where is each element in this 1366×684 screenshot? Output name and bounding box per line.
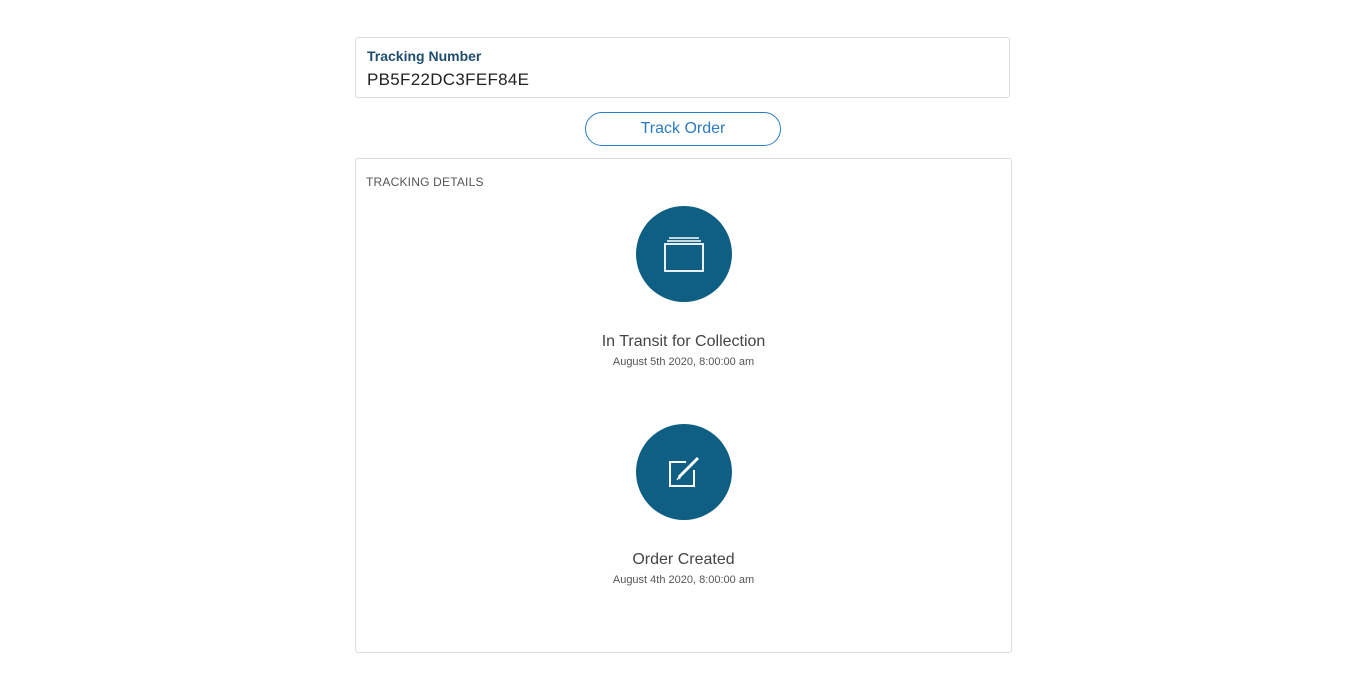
edit-icon-svg [668, 456, 699, 487]
tracking-number-field[interactable]: Tracking Number [355, 37, 1010, 98]
edit-icon [635, 424, 732, 520]
package-box-icon-svg [663, 237, 704, 272]
tracking-page: Tracking Number Track Order TRACKING DET… [0, 0, 1366, 684]
tracking-details-panel: TRACKING DETAILS In Transit for Collecti… [355, 158, 1012, 653]
tracking-event: Order Created August 4th 2020, 8:00:00 a… [356, 424, 1011, 586]
tracking-event-time: August 5th 2020, 8:00:00 am [612, 356, 755, 368]
tracking-number-input[interactable] [367, 70, 987, 90]
tracking-event: In Transit for Collection August 5th 202… [356, 206, 1011, 368]
tracking-event-time: August 4th 2020, 8:00:00 am [612, 574, 755, 586]
track-order-button[interactable]: Track Order [585, 112, 781, 146]
tracking-event-title: In Transit for Collection [601, 333, 766, 350]
tracking-details-title: TRACKING DETAILS [366, 175, 484, 189]
tracking-event-title: Order Created [632, 551, 735, 568]
tracking-number-label: Tracking Number [367, 48, 482, 64]
package-box-icon [635, 206, 732, 302]
